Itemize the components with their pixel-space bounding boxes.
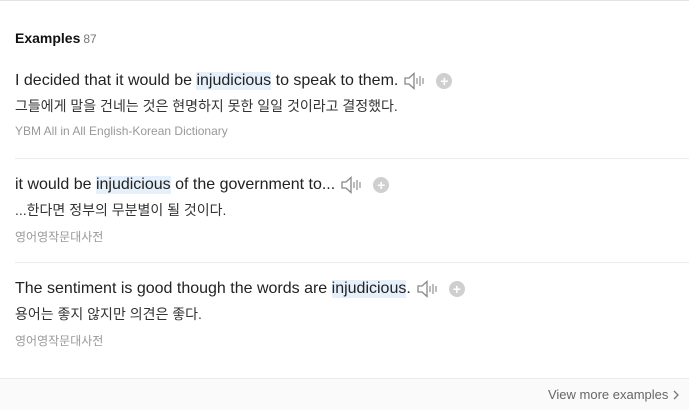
example-item: The sentiment is good though the words a… — [15, 280, 689, 349]
example-item: I decided that it would be injudicious t… — [15, 72, 689, 138]
highlighted-keyword: injudicious — [95, 176, 171, 194]
speaker-icon[interactable] — [417, 280, 441, 298]
top-divider — [0, 0, 689, 1]
example-sentence: The sentiment is good though the words a… — [15, 280, 689, 298]
footer-bar: View more examples — [0, 378, 689, 410]
sentence-text: it would be — [15, 176, 96, 193]
example-source[interactable]: 영어영작문대사전 — [15, 228, 689, 245]
add-to-wordbook-icon[interactable]: + — [436, 73, 453, 89]
sentence-text: of the government to... — [170, 176, 336, 193]
example-translation: ...한다면 정부의 무분별이 될 것이다. — [15, 202, 227, 218]
add-to-wordbook-icon[interactable]: + — [448, 281, 465, 297]
example-translation: 용어는 좋지 않지만 의견은 좋다. — [15, 306, 202, 322]
example-sentence: I decided that it would be injudicious t… — [15, 72, 689, 90]
section-title: Examples — [15, 30, 81, 46]
view-more-examples-link[interactable]: View more examples — [548, 387, 680, 402]
add-to-wordbook-icon[interactable]: + — [373, 177, 390, 193]
example-divider — [15, 262, 689, 263]
example-source[interactable]: 영어영작문대사전 — [15, 332, 689, 349]
example-source[interactable]: YBM All in All English-Korean Dictionary — [15, 124, 689, 138]
example-sentence: it would be injudicious of the governmen… — [15, 176, 689, 194]
sentence-text: . — [406, 280, 411, 297]
example-item: it would be injudicious of the governmen… — [15, 176, 689, 245]
speaker-icon[interactable] — [341, 176, 365, 194]
highlighted-keyword: injudicious — [196, 72, 272, 90]
sentence-text: The sentiment is good though the words a… — [15, 280, 332, 297]
example-translation: 그들에게 말을 건네는 것은 현명하지 못한 일일 것이라고 결정했다. — [15, 98, 398, 114]
example-divider — [15, 158, 689, 159]
highlighted-keyword: injudicious — [331, 280, 407, 298]
sentence-text: to speak to them. — [271, 72, 399, 89]
examples-header: Examples 87 — [15, 30, 97, 46]
chevron-right-icon — [672, 387, 680, 402]
speaker-icon[interactable] — [404, 72, 428, 90]
example-count: 87 — [83, 32, 97, 46]
sentence-text: I decided that it would be — [15, 72, 197, 89]
view-more-label: View more examples — [547, 387, 669, 402]
